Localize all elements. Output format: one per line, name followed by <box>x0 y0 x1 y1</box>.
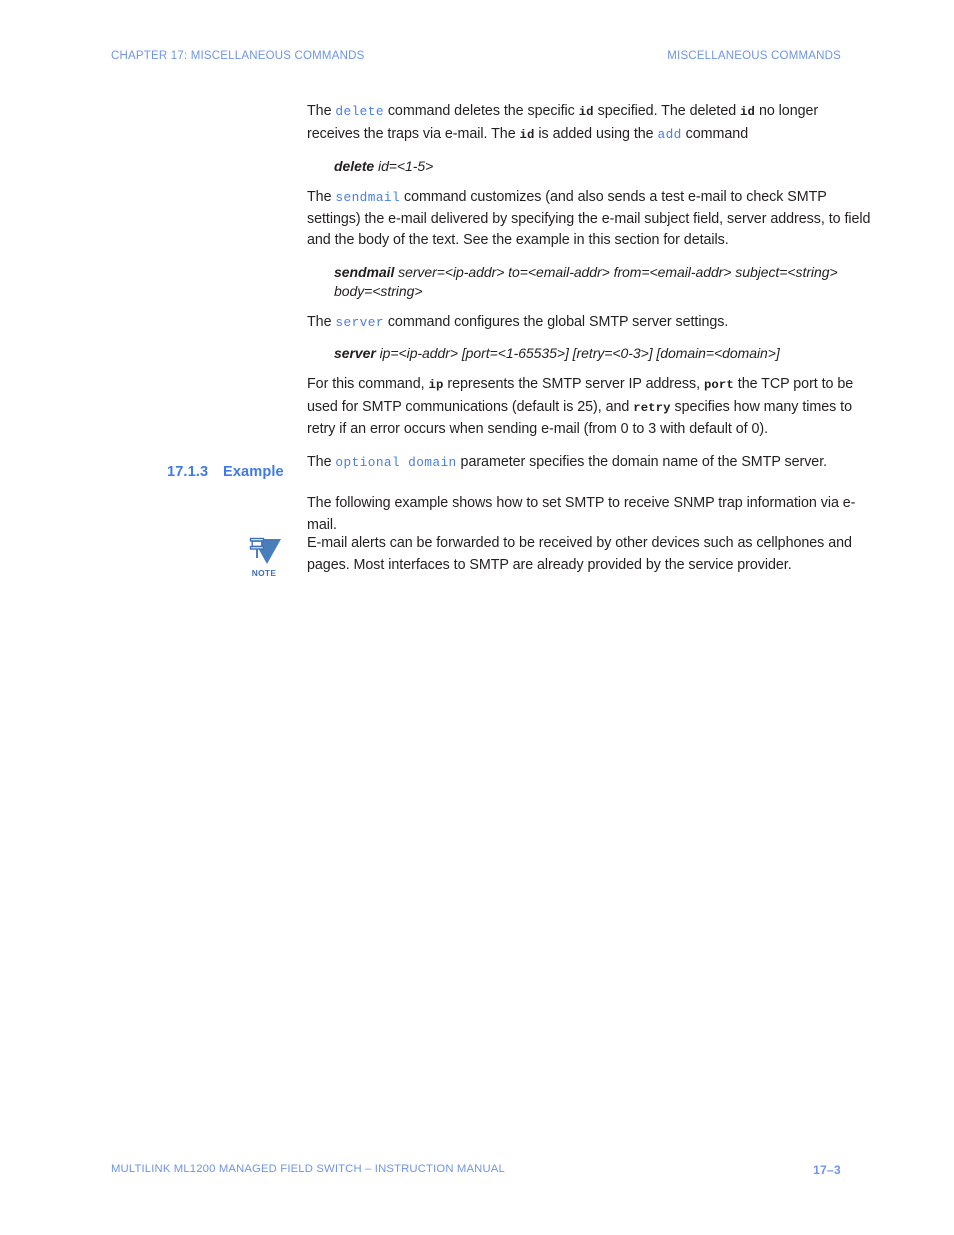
code-add-keyword: add <box>657 126 682 142</box>
code-optional-domain-keyword: optional domain <box>335 454 457 470</box>
document-page: CHAPTER 17: MISCELLANEOUS COMMANDS MISCE… <box>0 0 954 1235</box>
running-header: CHAPTER 17: MISCELLANEOUS COMMANDS MISCE… <box>111 50 841 68</box>
syntax-sendmail-args: server=<ip-addr> to=<email-addr> from=<e… <box>334 263 838 299</box>
delete-para-text-3: specified. The deleted <box>593 103 741 119</box>
note-icon-group: NOTE <box>243 534 285 586</box>
code-delete-keyword: delete <box>335 104 384 119</box>
syntax-delete-command-name: delete <box>334 158 375 174</box>
code-server-keyword: server <box>335 314 384 330</box>
note-label: NOTE <box>251 568 277 578</box>
syntax-line-sendmail: sendmail server=<ip-addr> to=<email-addr… <box>307 263 873 301</box>
syntax-sendmail-command-name: sendmail <box>334 263 395 280</box>
params-para-text-2: represents the SMTP server IP address, <box>443 376 704 392</box>
code-retry-param: retry <box>633 400 671 415</box>
note-text-block: E-mail alerts can be forwarded to be rec… <box>307 533 873 587</box>
code-ip-param: ip <box>428 378 444 392</box>
delete-para-text-6: command <box>681 125 749 142</box>
running-footer: MULTILINK ML1200 MANAGED FIELD SWITCH – … <box>111 1163 841 1177</box>
params-para-text-1: For this command, <box>307 376 429 392</box>
delete-para-text-1: The <box>307 103 336 119</box>
body-content: The delete command deletes the specific … <box>307 101 873 484</box>
paragraph-sendmail-command: The sendmail command customizes (and als… <box>307 187 873 252</box>
paragraph-command-parameters: For this command, ip represents the SMTP… <box>307 374 873 441</box>
server-para-text-2: command configures the global SMTP serve… <box>383 313 729 330</box>
sendmail-para-text-1: The <box>307 189 336 205</box>
code-id-param-1: id <box>578 105 594 119</box>
syntax-server-args: ip=<ip-addr> [port=<1-65535>] [retry=<0-… <box>375 345 780 361</box>
syntax-delete-args: id=<1-5> <box>374 158 434 174</box>
syntax-line-delete: delete id=<1-5> <box>307 157 873 176</box>
footer-page-number: 17–3 <box>813 1163 841 1177</box>
header-section-label: MISCELLANEOUS COMMANDS <box>667 50 841 62</box>
paragraph-server-command: The server command configures the global… <box>307 312 873 334</box>
paragraph-note-text: E-mail alerts can be forwarded to be rec… <box>307 535 852 573</box>
header-chapter-label: CHAPTER 17: MISCELLANEOUS COMMANDS <box>111 50 365 62</box>
delete-para-text-2: command deletes the specific <box>383 103 579 119</box>
code-id-param-2: id <box>740 105 756 119</box>
delete-para-text-5: is added using the <box>534 125 658 142</box>
syntax-line-server: server ip=<ip-addr> [port=<1-65535>] [re… <box>307 344 873 363</box>
footer-manual-title: MULTILINK ML1200 MANAGED FIELD SWITCH – … <box>111 1163 505 1175</box>
code-id-param-3: id <box>519 127 535 142</box>
paragraph-example-intro: The following example shows how to set S… <box>307 495 856 533</box>
section-title: Example <box>223 464 284 480</box>
note-pushpin-icon <box>249 537 281 564</box>
code-sendmail-keyword: sendmail <box>335 190 401 205</box>
code-port-param: port <box>703 378 734 392</box>
paragraph-optional-domain: The optional domain parameter specifies … <box>307 452 873 474</box>
optional-para-text-2: parameter specifies the domain name of t… <box>456 453 828 470</box>
server-para-text-1: The <box>307 313 336 330</box>
syntax-server-command-name: server <box>334 345 376 361</box>
optional-para-text-1: The <box>307 453 336 470</box>
section-heading-17-1-3: 17.1.3 Example <box>167 464 284 480</box>
paragraph-delete-command: The delete command deletes the specific … <box>307 101 873 146</box>
section-number: 17.1.3 <box>167 464 209 480</box>
